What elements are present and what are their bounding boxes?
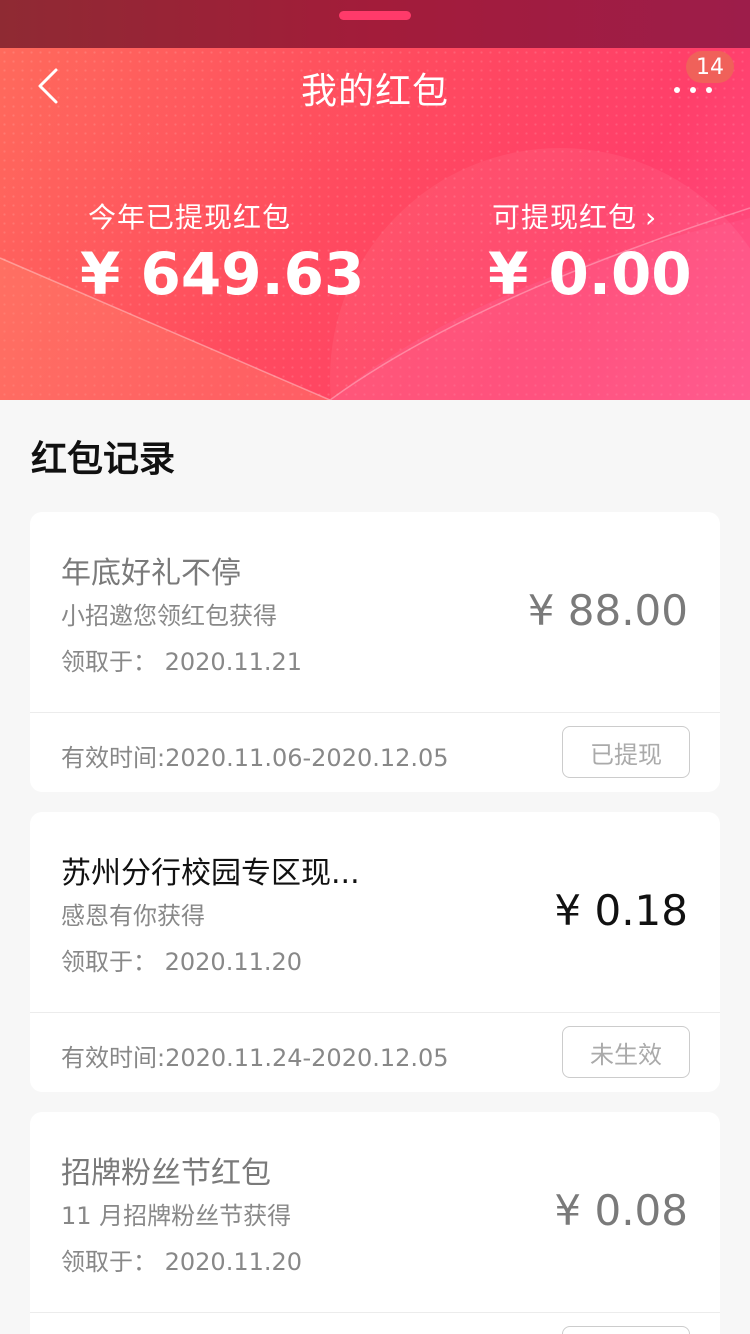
- record-source: 小招邀您领红包获得: [61, 602, 277, 630]
- card-divider: [30, 1012, 720, 1013]
- chevron-right-icon: ›: [645, 201, 658, 234]
- available-amount: ¥ 0.00: [488, 240, 692, 308]
- record-date: 领取于： 2020.11.20: [61, 948, 303, 976]
- record-source: 11 月招牌粉丝节获得: [61, 1202, 292, 1230]
- record-card[interactable]: 招牌粉丝节红包 11 月招牌粉丝节获得 领取于： 2020.11.20 ¥ 0.…: [30, 1112, 720, 1334]
- record-source: 感恩有你获得: [61, 902, 205, 930]
- record-amount: ¥ 88.00: [527, 586, 688, 635]
- status-bar: [0, 0, 750, 48]
- record-amount: ¥ 0.08: [554, 1186, 688, 1235]
- record-validity: 有效时间:2020.11.06-2020.12.05: [61, 744, 449, 772]
- status-button[interactable]: 未生效: [562, 1026, 690, 1078]
- available-label: 可提现红包: [492, 201, 638, 234]
- record-card[interactable]: 苏州分行校园专区现... 感恩有你获得 领取于： 2020.11.20 ¥ 0.…: [30, 812, 720, 1092]
- record-card[interactable]: 年底好礼不停 小招邀您领红包获得 领取于： 2020.11.21 ¥ 88.00…: [30, 512, 720, 792]
- records-section-title: 红包记录: [31, 439, 176, 480]
- record-title: 年底好礼不停: [61, 556, 241, 591]
- more-dot-icon: [690, 87, 696, 93]
- more-dot-icon: [706, 87, 712, 93]
- more-dot-icon: [674, 87, 680, 93]
- header-banner: 我的红包 14 今年已提现红包 ¥ 649.63 可提现红包 › ¥ 0.00: [0, 48, 750, 400]
- page-title: 我的红包: [300, 71, 449, 112]
- record-title: 招牌粉丝节红包: [61, 1156, 271, 1191]
- status-button[interactable]: [562, 1326, 690, 1334]
- card-divider: [30, 712, 720, 713]
- status-button[interactable]: 已提现: [562, 726, 690, 778]
- withdrawn-label: 今年已提现红包: [88, 201, 292, 234]
- record-title: 苏州分行校园专区现...: [61, 856, 360, 891]
- card-divider: [30, 1312, 720, 1313]
- record-amount: ¥ 0.18: [554, 886, 688, 935]
- record-date: 领取于： 2020.11.21: [61, 648, 303, 676]
- withdrawn-amount: ¥ 649.63: [80, 240, 365, 308]
- record-date: 领取于： 2020.11.20: [61, 1248, 303, 1276]
- available-label-link[interactable]: 可提现红包 ›: [492, 196, 657, 236]
- notification-badge: 14: [686, 51, 734, 83]
- record-validity: 有效时间:2020.11.24-2020.12.05: [61, 1044, 449, 1072]
- status-indicator-pill: [339, 11, 411, 20]
